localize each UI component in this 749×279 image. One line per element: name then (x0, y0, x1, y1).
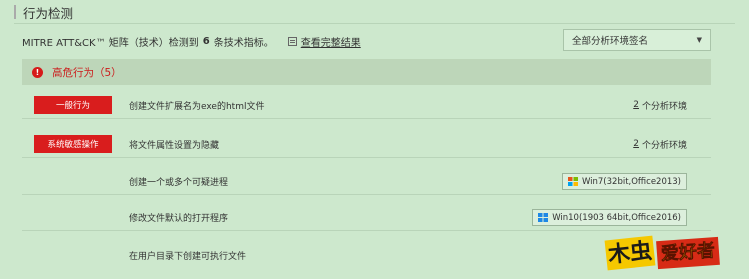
analysis-env-select[interactable]: 全部分析环境签名 ▼ (563, 29, 711, 51)
behavior-tag[interactable]: 系统敏感操作 (34, 135, 112, 153)
summary-suffix: 条技术指标。 (213, 37, 274, 49)
watermark-part2: 爱好者 (656, 236, 720, 270)
behavior-description: 创建一个或多个可疑进程 (129, 177, 229, 188)
windows10-icon (538, 213, 549, 222)
section-header-bar (14, 5, 16, 19)
watermark-logo: 木虫 爱好者 (604, 234, 728, 272)
analysis-env-select-value: 全部分析环境签名 (572, 36, 649, 47)
behavior-row: 修改文件默认的打开程序 Win10(1903 64bit,Office2016) (22, 203, 711, 231)
section-header: 行为检测 (14, 4, 74, 21)
high-risk-label: 高危行为（5） (52, 66, 122, 79)
env-badge-label: Win10(1903 64bit,Office2016) (552, 212, 681, 223)
env-count: 2 个分析环境 (633, 91, 687, 119)
env-count-suffix: 个分析环境 (641, 101, 687, 112)
env-count-suffix: 个分析环境 (641, 140, 687, 151)
env-count-link[interactable]: 2 (633, 139, 639, 149)
env-count-link[interactable]: 2 (633, 100, 639, 110)
summary-count: 6 (202, 35, 210, 47)
section-divider (14, 23, 735, 24)
env-badge[interactable]: Win7(32bit,Office2013) (561, 173, 687, 190)
watermark-part1: 木虫 (604, 235, 656, 271)
behavior-tag[interactable]: 一般行为 (34, 96, 112, 114)
behavior-row: 创建一个或多个可疑进程 Win7(32bit,Office2013) (22, 167, 711, 195)
view-full-results-link[interactable]: 查看完整结果 (301, 34, 361, 49)
section-title: 行为检测 (23, 5, 74, 21)
behavior-row: 一般行为 创建文件扩展名为exe的html文件 2 个分析环境 (22, 91, 711, 119)
summary-prefix: MITRE ATT&CK™ 矩阵（技术）检测到 (22, 37, 199, 49)
env-badge-label: Win7(32bit,Office2013) (581, 176, 681, 187)
warning-icon: ! (32, 66, 43, 78)
behavior-row: 系统敏感操作 将文件属性设置为隐藏 2 个分析环境 (22, 130, 711, 158)
windows7-icon (567, 177, 578, 186)
behavior-description: 创建文件扩展名为exe的html文件 (129, 101, 265, 112)
chevron-down-icon: ▼ (696, 36, 702, 44)
detection-summary: MITRE ATT&CK™ 矩阵（技术）检测到 6 条技术指标。 查看完整结果 (22, 32, 361, 50)
high-risk-header[interactable]: ! 高危行为（5） (22, 59, 711, 85)
behavior-description: 修改文件默认的打开程序 (129, 213, 229, 224)
report-icon (287, 36, 297, 46)
env-badge[interactable]: Win10(1903 64bit,Office2016) (532, 209, 687, 226)
behavior-description: 将文件属性设置为隐藏 (129, 140, 220, 151)
env-count: 2 个分析环境 (633, 130, 687, 158)
behavior-description: 在用户目录下创建可执行文件 (129, 251, 247, 262)
